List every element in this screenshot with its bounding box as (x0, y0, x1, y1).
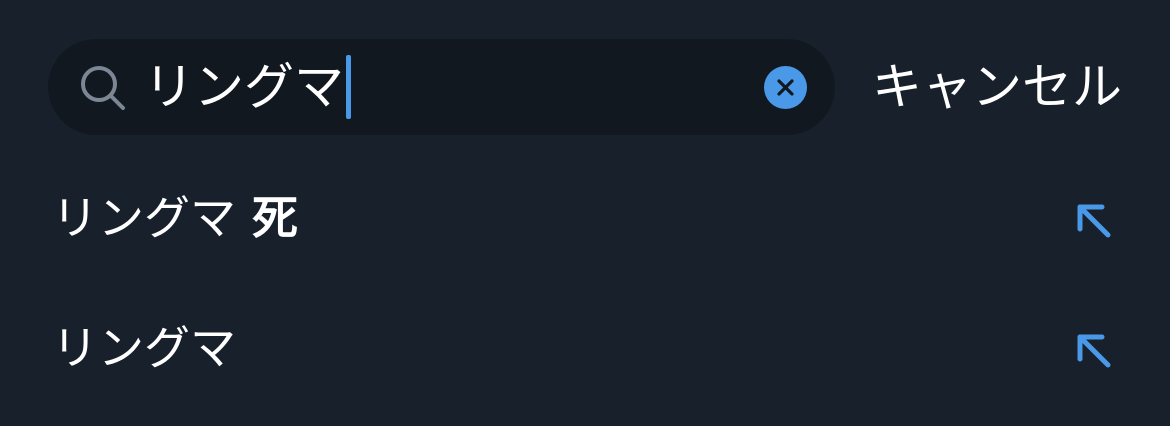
arrow-up-left-icon[interactable] (1072, 199, 1116, 243)
suggestion-label: リングマ (52, 315, 236, 381)
suggestion-prefix: リングマ (52, 321, 236, 375)
suggestion-list: リングマ 死 リングマ (0, 155, 1170, 415)
search-query-text: リングマ (144, 58, 344, 116)
suggestion-label: リングマ 死 (52, 185, 298, 251)
search-bar: リングマ キャンセル (48, 39, 1122, 135)
clear-search-button[interactable] (764, 66, 807, 109)
cancel-button[interactable]: キャンセル (872, 53, 1122, 121)
suggestion-prefix: リングマ (52, 191, 236, 245)
text-caret (346, 55, 351, 119)
search-screen: リングマ キャンセル リングマ 死 リングマ (0, 0, 1170, 426)
suggestion-item[interactable]: リングマ (0, 285, 1170, 415)
suggestion-item[interactable]: リングマ 死 (0, 155, 1170, 285)
arrow-up-left-icon[interactable] (1072, 329, 1116, 373)
suggestion-completion: 死 (236, 191, 299, 245)
search-field[interactable]: リングマ (48, 39, 835, 135)
search-input[interactable]: リングマ (144, 53, 351, 121)
search-icon (80, 65, 126, 111)
clear-icon (777, 79, 794, 96)
